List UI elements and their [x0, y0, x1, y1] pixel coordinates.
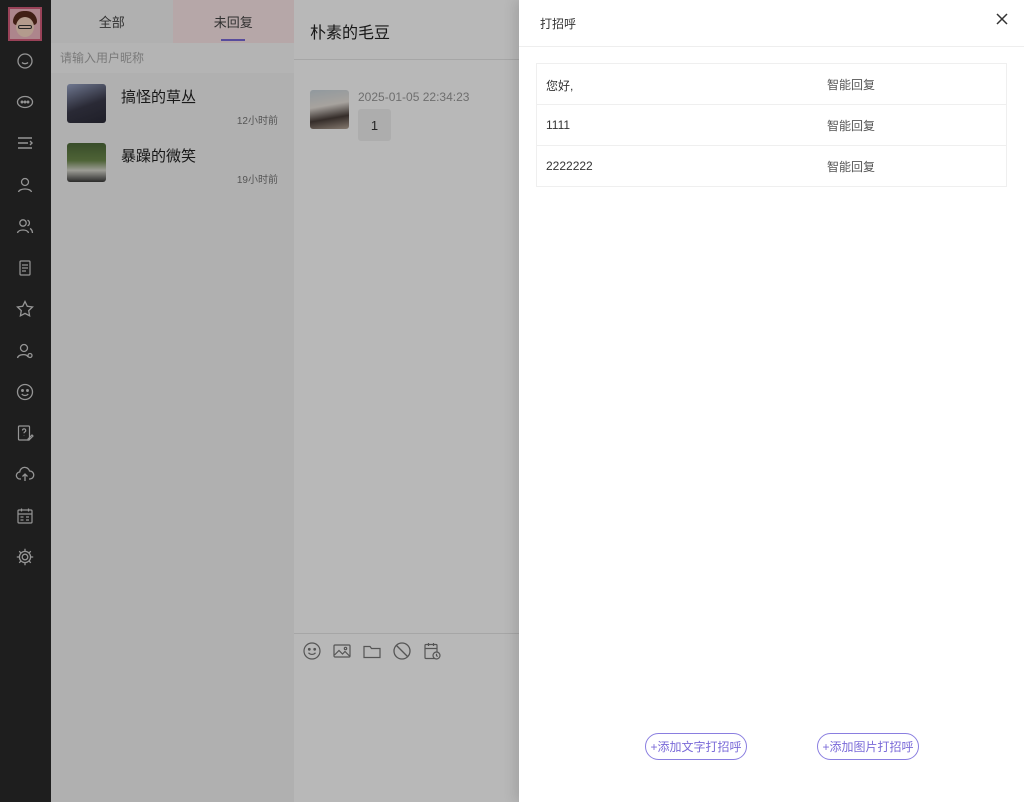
- add-image-greeting-button[interactable]: +添加图片打招呼: [817, 733, 919, 760]
- add-text-greeting-button[interactable]: +添加文字打招呼: [645, 733, 747, 760]
- table-row[interactable]: 2222222 智能回复: [537, 145, 1006, 186]
- modal-overlay[interactable]: [0, 0, 519, 802]
- table-row[interactable]: 1111 智能回复: [537, 104, 1006, 145]
- reply-type: 智能回复: [827, 119, 876, 133]
- table-row[interactable]: 您好, 智能回复: [537, 63, 1006, 104]
- greeting-text: 2222222: [546, 159, 593, 173]
- drawer-title: 打招呼: [540, 17, 577, 31]
- greeting-text: 您好,: [546, 79, 574, 93]
- divider: [519, 46, 1024, 47]
- greeting-drawer: 打招呼 您好, 智能回复 1111 智能回复 2222222 智能回复 +添加文…: [519, 0, 1024, 802]
- greeting-text: 1111: [546, 118, 571, 132]
- close-icon[interactable]: [994, 11, 1010, 27]
- reply-type: 智能回复: [827, 78, 876, 92]
- reply-type: 智能回复: [827, 160, 876, 174]
- greeting-table: 您好, 智能回复 1111 智能回复 2222222 智能回复: [536, 63, 1007, 187]
